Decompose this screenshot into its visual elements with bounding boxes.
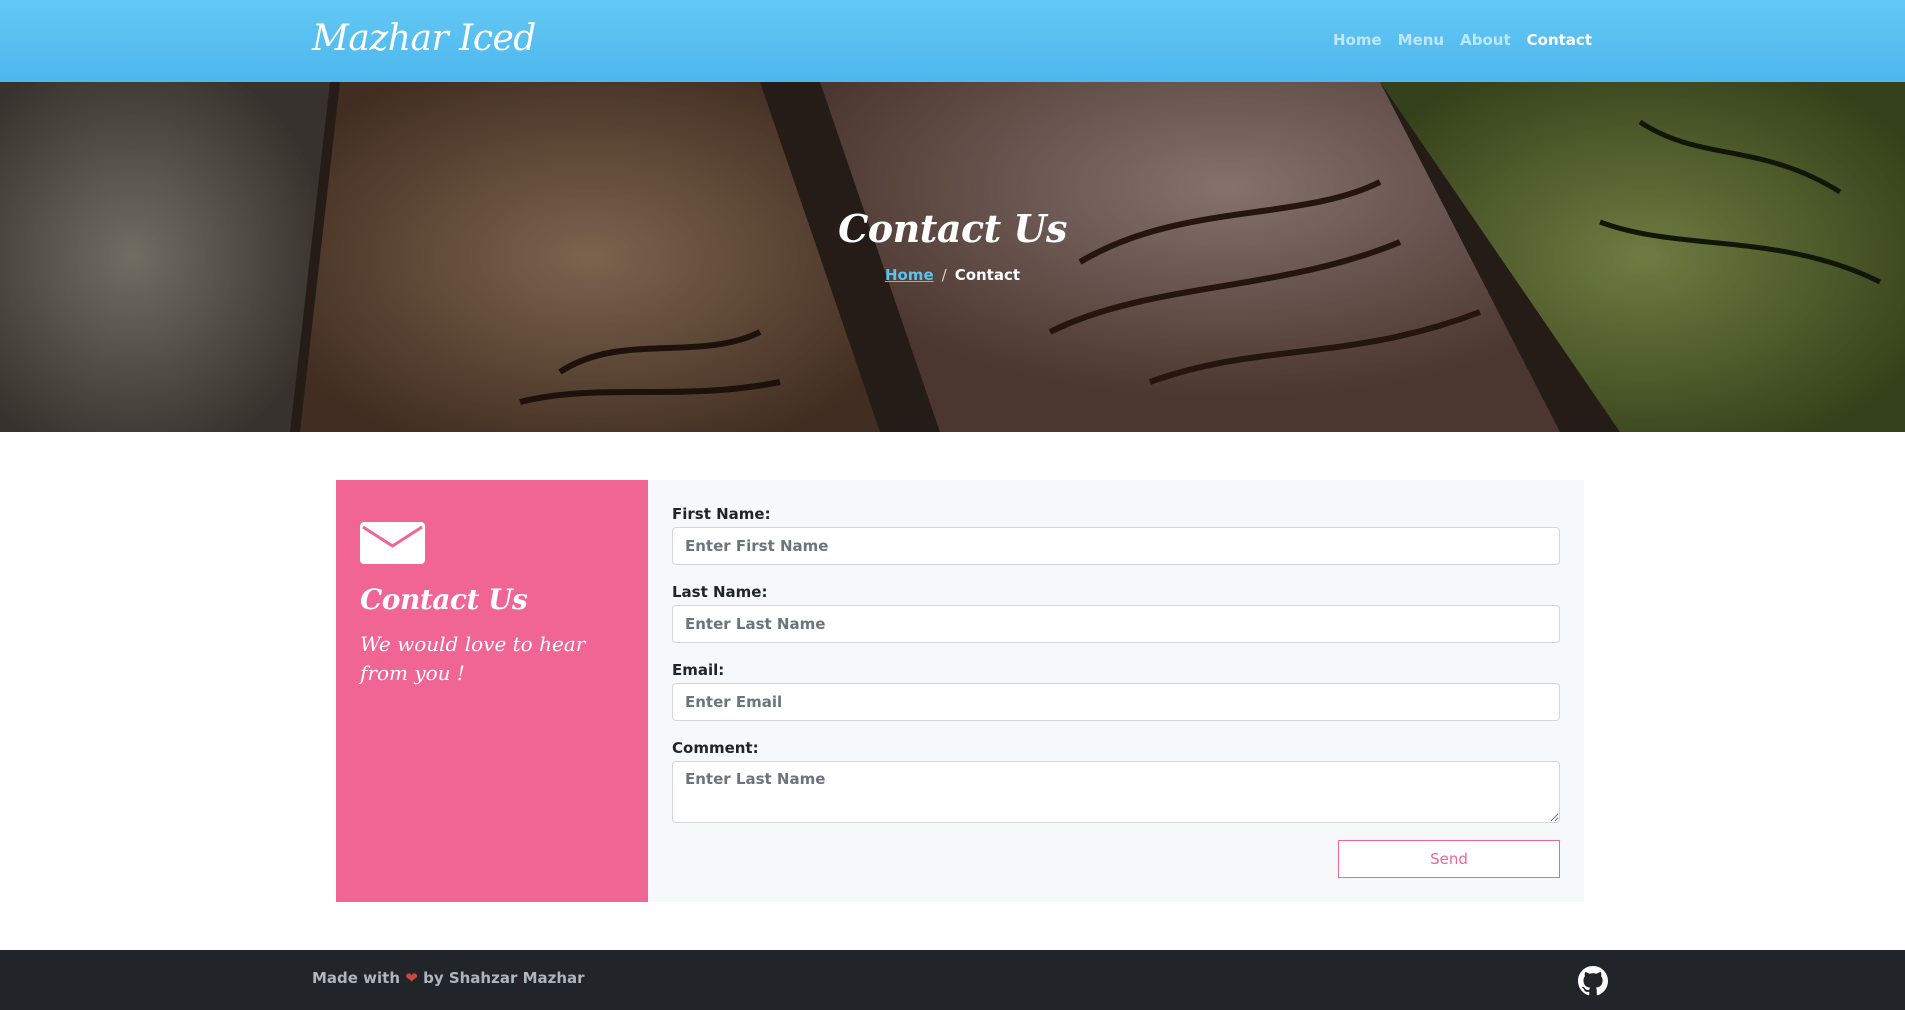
- last-name-label: Last Name:: [672, 583, 768, 601]
- breadcrumb-home-link[interactable]: Home: [885, 266, 934, 284]
- page-title: Contact Us: [838, 206, 1067, 251]
- envelope-icon: [360, 522, 425, 564]
- contact-panel-subtitle: We would love to hear from you !: [360, 632, 586, 685]
- nav-link-about[interactable]: About: [1452, 28, 1519, 52]
- email-label: Email:: [672, 661, 725, 679]
- contact-panel-title: Contact Us: [360, 583, 528, 616]
- breadcrumb: Home / Contact: [0, 266, 1905, 284]
- footer-made-with: Made with: [312, 969, 401, 987]
- first-name-input[interactable]: [672, 527, 1560, 565]
- comment-textarea[interactable]: [672, 761, 1560, 823]
- contact-info-panel: Contact Us We would love to hear from yo…: [336, 480, 648, 902]
- contact-form: First Name: Last Name: Email: Comment: S…: [648, 480, 1584, 902]
- hero-banner: Contact Us Home / Contact: [0, 82, 1905, 432]
- comment-label: Comment:: [672, 739, 759, 757]
- navbar: Mazhar Iced Home Menu About Contact: [0, 0, 1905, 82]
- footer-author: by Shahzar Mazhar: [423, 969, 585, 987]
- footer: Made with ❤ by Shahzar Mazhar: [0, 950, 1905, 1010]
- send-button[interactable]: Send: [1338, 840, 1560, 878]
- nav-link-contact[interactable]: Contact: [1519, 28, 1600, 52]
- github-icon[interactable]: [1578, 966, 1608, 996]
- nav-link-menu[interactable]: Menu: [1390, 28, 1452, 52]
- nav-links: Home Menu About Contact: [1325, 28, 1600, 52]
- first-name-label: First Name:: [672, 505, 771, 523]
- breadcrumb-separator: /: [941, 266, 947, 284]
- footer-credit: Made with ❤ by Shahzar Mazhar: [312, 969, 585, 987]
- breadcrumb-current: Contact: [954, 266, 1021, 284]
- last-name-input[interactable]: [672, 605, 1560, 643]
- brand-logo[interactable]: Mazhar Iced: [312, 14, 536, 64]
- nav-link-home[interactable]: Home: [1325, 28, 1390, 52]
- email-input[interactable]: [672, 683, 1560, 721]
- hero-overlay: [0, 82, 1905, 432]
- heart-icon: ❤: [405, 969, 418, 987]
